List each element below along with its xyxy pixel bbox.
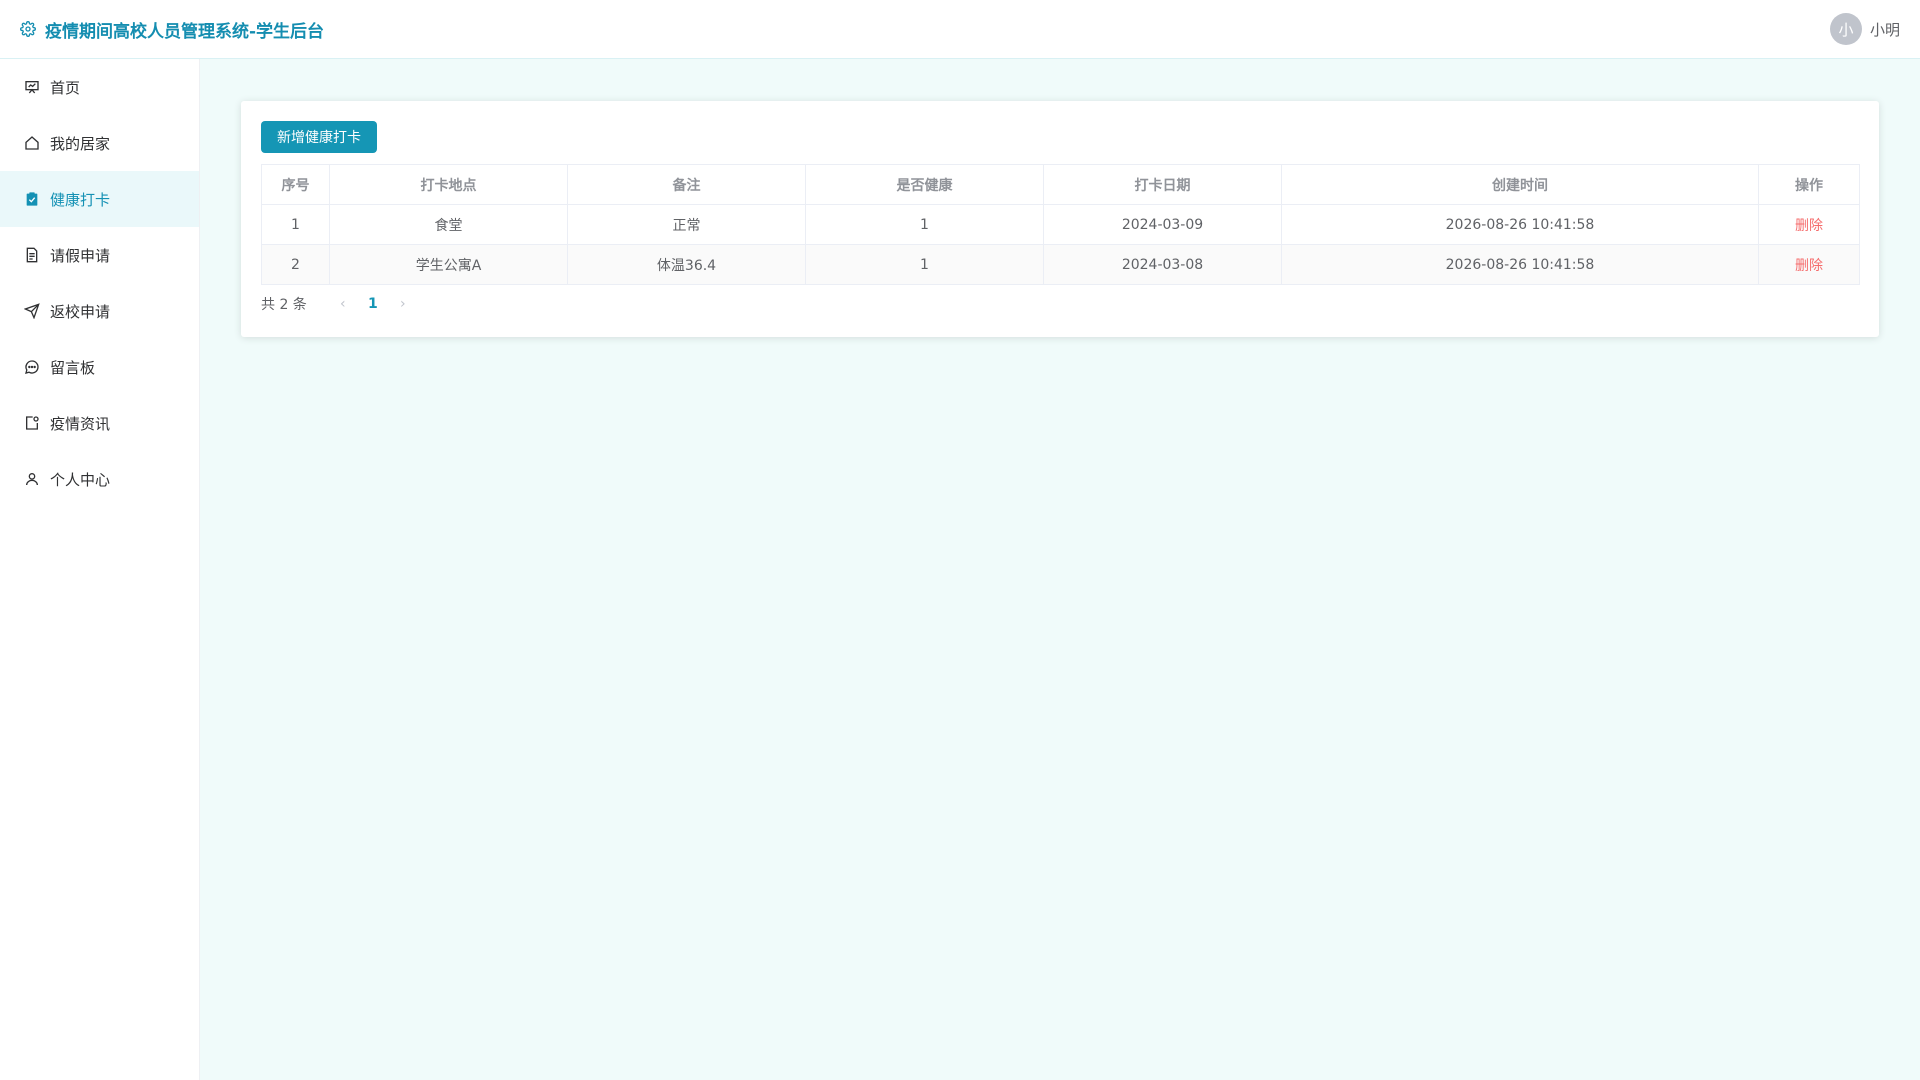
user-icon xyxy=(24,471,40,487)
sidebar-item-return-request[interactable]: 返校申请 xyxy=(0,283,199,339)
sidebar-item-epidemic-news[interactable]: 疫情资讯 xyxy=(0,395,199,451)
chevron-right-icon[interactable]: › xyxy=(391,296,415,312)
clipboard-check-icon xyxy=(24,191,40,207)
cell-location: 食堂 xyxy=(329,204,568,245)
sidebar-item-label: 我的居家 xyxy=(50,134,111,153)
username[interactable]: 小明 xyxy=(1870,19,1900,40)
column-header: 打卡地点 xyxy=(329,164,568,205)
health-checkin-card: 新增健康打卡 序号 打卡地点 备注 是否健康 打卡日期 创建时间 操作 1 食堂… xyxy=(241,101,1879,337)
delete-button[interactable]: 删除 xyxy=(1795,258,1823,274)
sidebar-item-label: 个人中心 xyxy=(50,470,111,489)
sidebar-item-message-board[interactable]: 留言板 xyxy=(0,339,199,395)
chat-icon xyxy=(24,359,40,375)
cell-healthy: 1 xyxy=(805,244,1044,285)
column-header: 序号 xyxy=(261,164,330,205)
send-icon xyxy=(24,303,40,319)
table-row: 2 学生公寓A 体温36.4 1 2024-03-08 2026-08-26 1… xyxy=(261,244,1860,285)
add-health-checkin-button[interactable]: 新增健康打卡 xyxy=(261,121,377,153)
cell-date: 2024-03-09 xyxy=(1043,204,1282,245)
page-number[interactable]: 1 xyxy=(361,296,385,312)
sidebar-item-label: 返校申请 xyxy=(50,302,111,321)
cell-note: 正常 xyxy=(567,204,806,245)
cell-note: 体温36.4 xyxy=(567,244,806,285)
column-header: 操作 xyxy=(1758,164,1860,205)
column-header: 是否健康 xyxy=(805,164,1044,205)
user-menu[interactable]: 小 小明 xyxy=(1829,13,1900,45)
main-content: 新增健康打卡 序号 打卡地点 备注 是否健康 打卡日期 创建时间 操作 1 食堂… xyxy=(200,59,1920,1080)
sidebar-item-my-home[interactable]: 我的居家 xyxy=(0,115,199,171)
sidebar-item-leave-request[interactable]: 请假申请 xyxy=(0,227,199,283)
cell-healthy: 1 xyxy=(805,204,1044,245)
table-row: 1 食堂 正常 1 2024-03-09 2026-08-26 10:41:58… xyxy=(261,204,1860,245)
sidebar-item-home[interactable]: 首页 xyxy=(0,59,199,115)
sidebar: 首页 我的居家 健康打卡 请假申请 返校申请 留言板 疫情资讯 个人中心 xyxy=(0,59,200,1080)
top-header: 疫情期间高校人员管理系统-学生后台 小 小明 xyxy=(0,0,1920,59)
pagination: 共 2 条 ‹ 1 › xyxy=(261,294,1859,314)
column-header: 创建时间 xyxy=(1281,164,1759,205)
cell-index: 1 xyxy=(261,204,330,245)
document-icon xyxy=(24,247,40,263)
cell-index: 2 xyxy=(261,244,330,285)
sidebar-item-health-checkin[interactable]: 健康打卡 xyxy=(0,171,199,227)
column-header: 备注 xyxy=(567,164,806,205)
cell-action: 删除 xyxy=(1758,204,1860,245)
delete-button[interactable]: 删除 xyxy=(1795,218,1823,234)
health-checkin-table: 序号 打卡地点 备注 是否健康 打卡日期 创建时间 操作 1 食堂 正常 1 2… xyxy=(261,164,1860,285)
cell-date: 2024-03-08 xyxy=(1043,244,1282,285)
app-title: 疫情期间高校人员管理系统-学生后台 xyxy=(45,21,325,42)
home-icon xyxy=(24,135,40,151)
avatar[interactable]: 小 xyxy=(1829,13,1862,45)
brand: 疫情期间高校人员管理系统-学生后台 xyxy=(20,17,324,42)
news-icon xyxy=(24,415,40,431)
sidebar-item-label: 留言板 xyxy=(50,358,96,377)
sidebar-item-label: 请假申请 xyxy=(50,246,111,265)
chevron-left-icon[interactable]: ‹ xyxy=(331,296,355,312)
column-header: 打卡日期 xyxy=(1043,164,1282,205)
cell-action: 删除 xyxy=(1758,244,1860,285)
presentation-icon xyxy=(24,79,40,95)
sidebar-item-label: 首页 xyxy=(50,78,81,97)
cell-created: 2026-08-26 10:41:58 xyxy=(1281,244,1759,285)
gear-icon xyxy=(20,21,36,37)
sidebar-item-label: 健康打卡 xyxy=(50,190,111,209)
cell-created: 2026-08-26 10:41:58 xyxy=(1281,204,1759,245)
cell-location: 学生公寓A xyxy=(329,244,568,285)
table-header-row: 序号 打卡地点 备注 是否健康 打卡日期 创建时间 操作 xyxy=(261,164,1860,205)
pagination-total: 共 2 条 xyxy=(261,297,307,313)
sidebar-item-personal-center[interactable]: 个人中心 xyxy=(0,451,199,507)
sidebar-item-label: 疫情资讯 xyxy=(50,414,111,433)
